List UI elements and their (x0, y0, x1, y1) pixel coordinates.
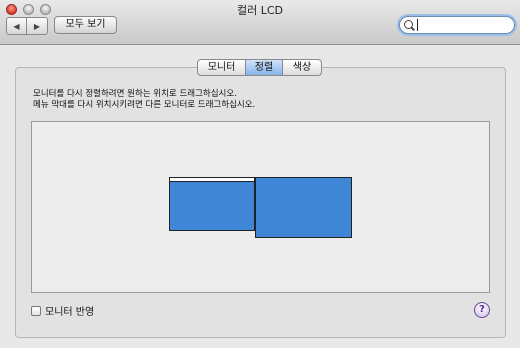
tab-color[interactable]: 색상 (283, 60, 321, 75)
menu-bar-indicator[interactable] (169, 177, 255, 182)
mirror-displays-label: 모니터 반영 (45, 307, 95, 318)
search-icon (404, 20, 413, 29)
tab-arrangement[interactable]: 정렬 (246, 60, 283, 75)
forward-arrow-icon: ▶ (33, 21, 41, 31)
instruction-line-1: 모니터를 다시 정렬하려면 원하는 위치로 드래그하십시오. (33, 89, 237, 99)
show-all-button[interactable]: 모두 보기 (54, 16, 117, 34)
arrangement-instructions: 모니터를 다시 정렬하려면 원하는 위치로 드래그하십시오. 메뉴 막대를 다시… (33, 89, 255, 111)
back-button[interactable]: ◀ (7, 18, 27, 34)
window-toolbar: 컬러 LCD ◀ ▶ 모두 보기 (0, 0, 520, 45)
back-arrow-icon: ◀ (13, 21, 20, 31)
forward-button[interactable]: ▶ (27, 18, 47, 34)
mirror-displays-row: 모니터 반영 (31, 303, 94, 318)
search-field[interactable] (399, 16, 515, 34)
tab-display[interactable]: 모니터 (198, 60, 246, 75)
text-cursor (417, 19, 418, 31)
back-forward-group: ◀ ▶ (6, 17, 48, 35)
secondary-display[interactable] (255, 177, 352, 238)
primary-display[interactable] (169, 177, 255, 231)
tab-bar: 모니터 정렬 색상 (197, 59, 322, 76)
mirror-displays-checkbox[interactable] (31, 305, 41, 316)
instruction-line-2: 메뉴 막대를 다시 위치시키려면 다른 모니터로 드래그하십시오. (33, 100, 256, 110)
help-button[interactable]: ? (474, 302, 490, 318)
